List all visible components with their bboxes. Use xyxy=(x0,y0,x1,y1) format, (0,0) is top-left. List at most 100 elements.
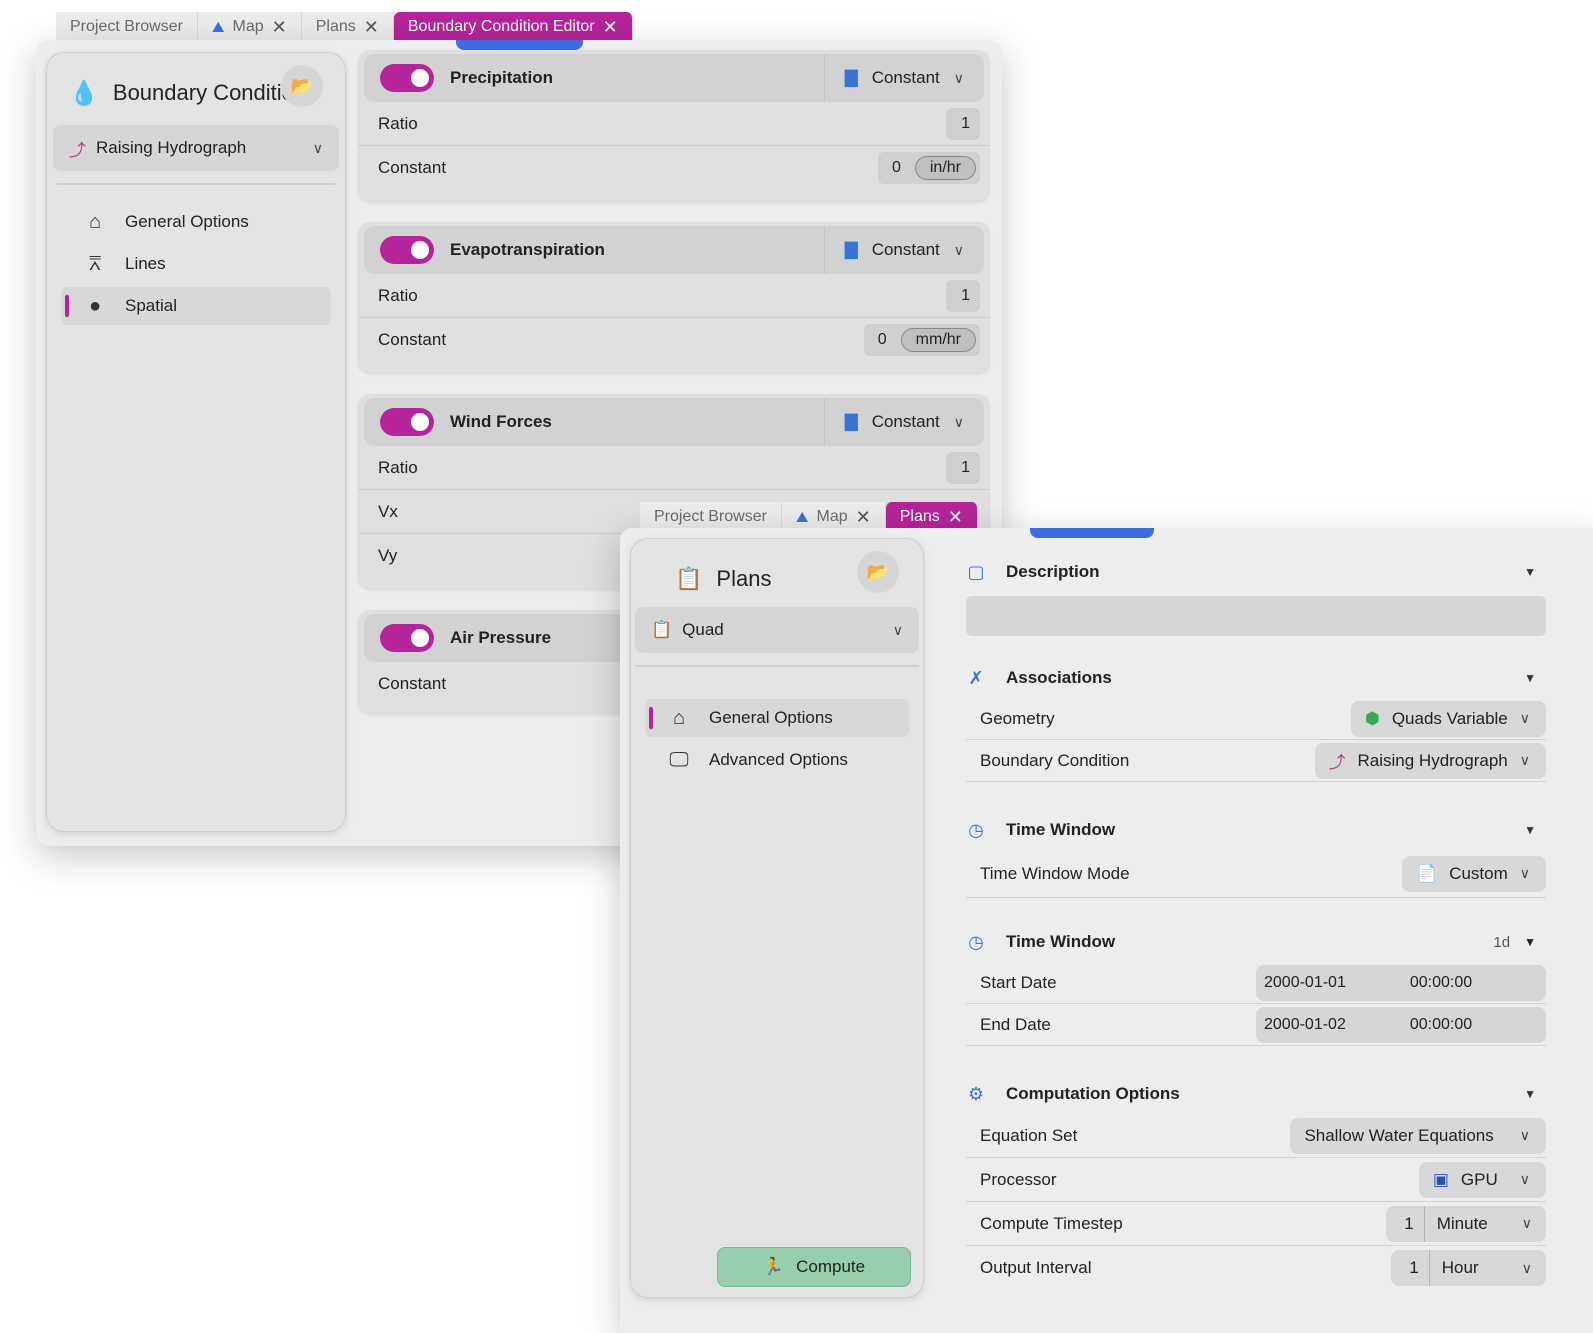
close-icon[interactable]: ✕ xyxy=(603,18,618,36)
ratio-input[interactable]: 1 xyxy=(946,279,980,312)
constant-value: 0 xyxy=(891,159,901,176)
unit-selector[interactable]: in/hr xyxy=(914,156,976,180)
mode-label: Constant xyxy=(871,412,940,431)
precipitation-mode-select[interactable]: ▇ Constant ∨ xyxy=(823,54,984,102)
close-icon[interactable]: ✕ xyxy=(948,508,963,526)
network-icon: ✗ xyxy=(968,667,984,688)
time-window-mode-header[interactable]: ◷ Time Window ▼ xyxy=(966,810,1546,850)
sidebar-item-general-options[interactable]: ⌂ General Options xyxy=(645,699,909,737)
cube-icon: ⬢ xyxy=(1364,708,1380,728)
time-window-header[interactable]: ◷ Time Window 1d ▼ xyxy=(966,922,1546,962)
unit-selector[interactable]: mm/hr xyxy=(900,328,976,352)
select-value: Shallow Water Equations xyxy=(1304,1125,1494,1145)
map-icon: ⛰ xyxy=(211,18,225,36)
drag-indicator[interactable] xyxy=(1030,528,1154,538)
folder-icon[interactable]: 📂 xyxy=(857,551,899,593)
sidebar-item-spatial[interactable]: ● Spatial xyxy=(61,287,331,325)
equation-set-select[interactable]: Shallow Water Equations ∨ xyxy=(1290,1117,1546,1154)
close-icon[interactable]: ✕ xyxy=(272,18,287,36)
drag-indicator[interactable] xyxy=(456,40,583,50)
date-value: 2000-01-02 xyxy=(1264,1015,1346,1033)
row-label: Constant xyxy=(378,158,447,177)
row-label: Ratio xyxy=(378,457,418,477)
chevron-down-icon: ∨ xyxy=(953,241,964,258)
output-value[interactable]: 1 xyxy=(1391,1250,1430,1286)
row-label: Vx xyxy=(378,501,398,521)
air-pressure-toggle[interactable] xyxy=(380,624,434,652)
boundary-condition-select[interactable]: ⤴ Raising Hydrograph ∨ xyxy=(1314,742,1546,779)
row-label: Output Interval xyxy=(980,1258,1092,1277)
description-header[interactable]: ▢ Description ▼ xyxy=(966,552,1546,592)
tab-plans[interactable]: Plans ✕ xyxy=(301,12,394,42)
tab-label: Project Browser xyxy=(70,18,183,35)
mode-label: Constant xyxy=(871,68,940,87)
row-label: End Date xyxy=(980,1014,1051,1034)
caret-down-icon: ▼ xyxy=(1524,1087,1536,1101)
wind-forces-toggle[interactable] xyxy=(380,408,434,436)
clipboard-icon: 📋 xyxy=(651,620,673,639)
sidebar-item-general-options[interactable]: ⌂ General Options xyxy=(61,203,331,241)
chevron-down-icon: ∨ xyxy=(1519,1171,1530,1187)
divider xyxy=(635,665,919,667)
time-window-mode-select[interactable]: 📄 Custom ∨ xyxy=(1402,855,1546,892)
precipitation-ratio-row: Ratio 1 xyxy=(358,102,990,146)
bc-selector[interactable]: ⤴ Raising Hydrograph ∨ xyxy=(53,125,339,171)
description-input[interactable] xyxy=(966,596,1546,636)
row-label: Vy xyxy=(378,546,398,565)
sidebar-item-lines[interactable]: ⩞ Lines xyxy=(61,245,331,283)
sidebar-item-label: General Options xyxy=(709,708,833,727)
evapotranspiration-header: Evapotranspiration ▇ Constant ∨ xyxy=(364,226,984,274)
close-icon[interactable]: ✕ xyxy=(856,508,871,526)
clipboard-outline-icon: ▢ xyxy=(967,561,985,582)
wind-forces-header: Wind Forces ▇ Constant ∨ xyxy=(364,398,984,446)
select-value: GPU xyxy=(1460,1169,1498,1189)
folder-icon[interactable]: 📂 xyxy=(281,65,323,107)
hydrograph-icon: ⤴ xyxy=(69,140,86,160)
select-value: Custom xyxy=(1449,863,1508,883)
timestep-value[interactable]: 1 xyxy=(1386,1205,1425,1242)
time-window-section: ◷ Time Window 1d ▼ Start Date 2000-01-01… xyxy=(966,922,1546,1046)
output-interval-input[interactable]: 1 Hour ∨ xyxy=(1391,1250,1546,1286)
ratio-input[interactable]: 1 xyxy=(946,451,980,484)
bar-chart-icon: ▇ xyxy=(844,412,858,431)
chevron-down-icon: ∨ xyxy=(312,139,323,156)
compute-button[interactable]: 🏃 Compute xyxy=(717,1247,911,1287)
close-icon[interactable]: ✕ xyxy=(364,18,379,36)
ratio-input[interactable]: 1 xyxy=(946,107,980,140)
wind-forces-mode-select[interactable]: ▇ Constant ∨ xyxy=(823,398,984,446)
select-value: Raising Hydrograph xyxy=(1357,750,1508,770)
tab-map[interactable]: ⛰ Map ✕ xyxy=(197,12,302,42)
precipitation-toggle[interactable] xyxy=(380,64,434,92)
bc-selector-label: Raising Hydrograph xyxy=(96,138,247,157)
compute-timestep-input[interactable]: 1 Minute ∨ xyxy=(1386,1205,1546,1242)
evapotranspiration-mode-select[interactable]: ▇ Constant ∨ xyxy=(823,226,984,274)
evapotranspiration-toggle[interactable] xyxy=(380,236,434,264)
sidebar-item-label: Advanced Options xyxy=(709,750,848,769)
sidebar-item-advanced-options[interactable]: 🖵 Advanced Options xyxy=(645,741,909,779)
associations-header[interactable]: ✗ Associations ▼ xyxy=(966,658,1546,698)
row-label: Equation Set xyxy=(980,1125,1078,1145)
panel-title: Wind Forces xyxy=(450,412,552,431)
constant-input[interactable]: 0 in/hr xyxy=(877,152,980,184)
bar-chart-icon: ▇ xyxy=(844,240,858,259)
tab-boundary-condition-editor[interactable]: Boundary Condition Editor ✕ xyxy=(393,12,633,42)
tab-project-browser[interactable]: Project Browser xyxy=(56,12,198,42)
section-title: Associations xyxy=(1006,668,1112,687)
end-date-input[interactable]: 2000-01-02 00:00:00 xyxy=(1256,1006,1546,1043)
geometry-select[interactable]: ⬢ Quads Variable ∨ xyxy=(1350,700,1546,737)
row-label: Start Date xyxy=(980,972,1057,992)
select-value: Quads Variable xyxy=(1391,708,1508,728)
wind-ratio-row: Ratio 1 xyxy=(358,446,990,490)
computation-options-header[interactable]: ⚙ Computation Options ▼ xyxy=(966,1074,1546,1114)
output-unit-select[interactable]: Hour ∨ xyxy=(1430,1258,1546,1278)
plan-selector[interactable]: 📋 Quad ∨ xyxy=(635,607,919,653)
row-label: Ratio xyxy=(378,113,418,133)
timestep-unit-select[interactable]: Minute ∨ xyxy=(1425,1214,1546,1234)
constant-input[interactable]: 0 mm/hr xyxy=(863,324,980,356)
chevron-down-icon: ∨ xyxy=(953,69,964,86)
caret-down-icon: ▼ xyxy=(1524,935,1536,949)
start-date-input[interactable]: 2000-01-01 00:00:00 xyxy=(1256,964,1546,1001)
processor-select[interactable]: ▣ GPU ∨ xyxy=(1418,1161,1546,1198)
chevron-down-icon: ∨ xyxy=(1521,1259,1532,1276)
precipitation-header: Precipitation ▇ Constant ∨ xyxy=(364,54,984,102)
